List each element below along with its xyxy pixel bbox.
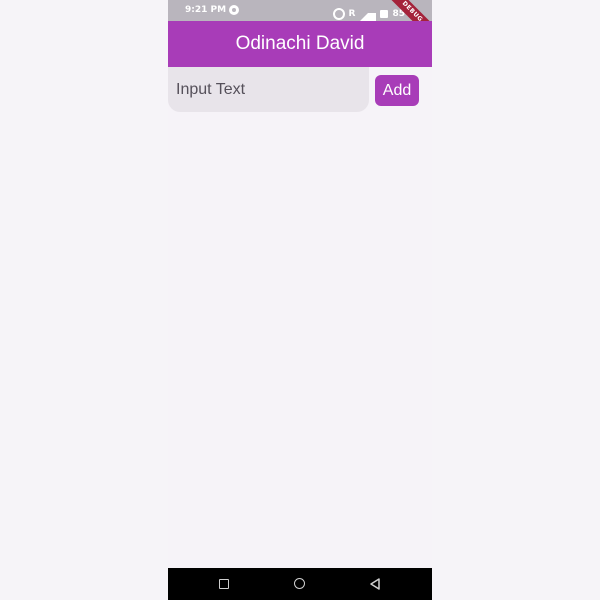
app-bar-title: Odinachi David [235, 33, 365, 54]
app-notification-icon [229, 5, 239, 15]
status-time: 9:21 PM [185, 5, 227, 15]
text-input[interactable] [168, 67, 369, 112]
phone-screen: 9:21 PM R 85% DEBUG Odinachi David Add [168, 0, 432, 600]
signal-text: R [348, 8, 356, 19]
recents-icon[interactable] [219, 579, 229, 589]
battery-icon [380, 9, 389, 18]
back-icon[interactable] [369, 578, 381, 590]
add-button[interactable]: Add [375, 75, 419, 106]
input-row: Add [168, 67, 432, 113]
hotspot-icon [332, 7, 345, 20]
home-icon[interactable] [294, 578, 305, 589]
navigation-bar [168, 568, 432, 600]
app-bar: Odinachi David [168, 21, 432, 67]
status-bar: 9:21 PM R 85% DEBUG [168, 0, 432, 46]
signal-icon [359, 5, 377, 22]
